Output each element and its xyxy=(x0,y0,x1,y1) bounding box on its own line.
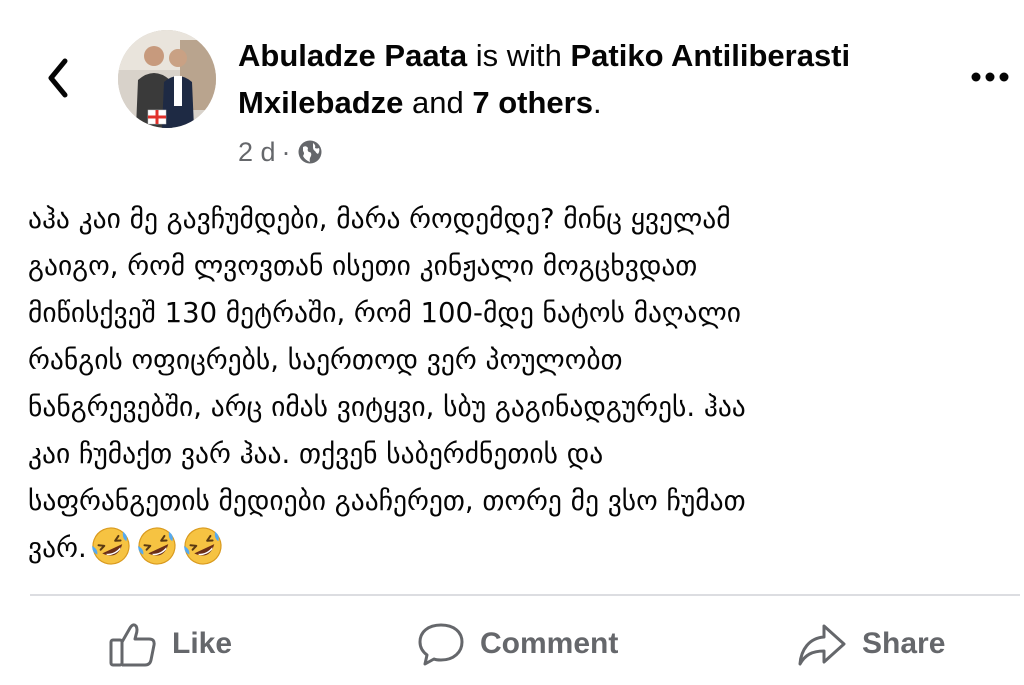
chevron-left-icon xyxy=(48,58,68,98)
post-last-line: ვარ. xyxy=(28,525,1003,572)
post-line: ვარ. xyxy=(28,532,87,564)
avatar[interactable] xyxy=(118,30,216,128)
post-line: აჰა კაი მე გავჩუმდები, მარა როდემდე? მინ… xyxy=(28,203,731,235)
post-line: გაიგო, რომ ლვოვთან ისეთი კინჟალი მოგცხვდ… xyxy=(28,250,698,282)
avatar-photo xyxy=(118,30,216,128)
post-time[interactable]: 2 d xyxy=(238,137,276,168)
back-button[interactable] xyxy=(38,50,78,106)
thumbs-up-icon xyxy=(109,623,156,667)
comment-label: Comment xyxy=(480,627,619,660)
post-line: კაი ჩუმაქთ ვარ ჰაა. თქვენ საბერძნეთის და xyxy=(28,438,604,470)
like-button[interactable]: Like xyxy=(108,614,232,674)
meta-separator: · xyxy=(281,136,291,167)
post-line: რანგის ოფიცრებს, საერთოდ ვერ პოულობთ xyxy=(28,344,623,376)
others-link[interactable]: 7 others xyxy=(472,85,593,120)
post-meta: 2 d · xyxy=(238,134,323,170)
divider xyxy=(30,594,1020,596)
more-options-button[interactable] xyxy=(968,62,1012,92)
post-header: Abuladze Paata is with Patiko Antilibera… xyxy=(238,32,928,126)
author-name[interactable]: Abuladze Paata xyxy=(238,38,467,73)
like-label: Like xyxy=(172,627,233,660)
header-period: . xyxy=(592,85,602,120)
share-button[interactable]: Share xyxy=(796,614,945,674)
comment-button[interactable]: Comment xyxy=(416,614,618,674)
with-text: is with xyxy=(467,38,571,73)
comment-icon xyxy=(418,623,464,666)
share-icon xyxy=(798,624,846,666)
globe-icon xyxy=(298,140,322,164)
action-bar: Like Comment Share xyxy=(0,604,1024,684)
post-line: ნანგრევებში, არც იმას ვიტყვი, სბუ გაგინა… xyxy=(28,391,746,423)
share-label: Share xyxy=(862,627,946,660)
rolling-on-the-floor-laughing-emoji xyxy=(137,527,176,565)
rolling-on-the-floor-laughing-emoji xyxy=(91,527,130,565)
post-line: საფრანგეთის მედიები გააჩერეთ, თორე მე ვს… xyxy=(28,485,746,517)
more-horizontal-icon xyxy=(971,72,1009,82)
emoji-group xyxy=(87,527,225,565)
and-text: and xyxy=(403,85,473,120)
post-line: მიწისქვეშ 130 მეტრაში, რომ 100-მდე ნატოს… xyxy=(28,297,741,329)
rolling-on-the-floor-laughing-emoji xyxy=(183,527,222,565)
post-body: აჰა კაი მე გავჩუმდები, მარა როდემდე? მინ… xyxy=(28,196,1003,572)
